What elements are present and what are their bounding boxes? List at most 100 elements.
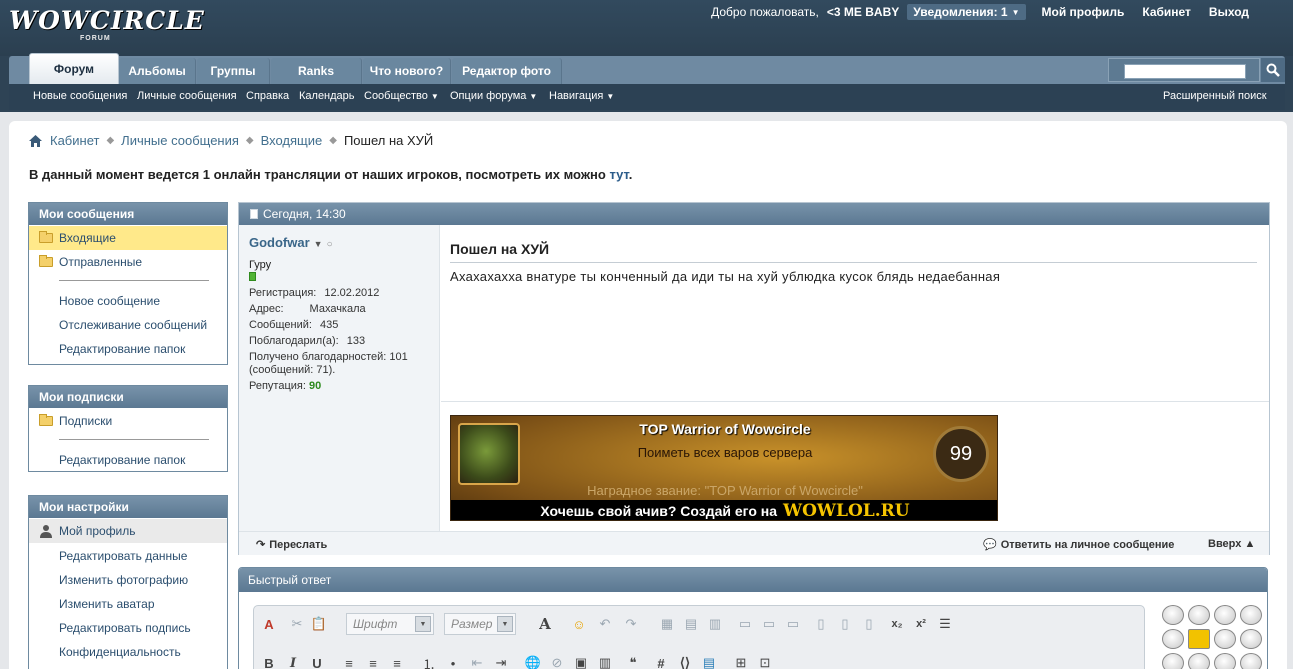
hr-icon[interactable]: ☰ [936,615,954,633]
undo-icon[interactable]: ↶ [596,615,614,633]
superscript-icon[interactable]: x² [912,615,930,633]
sidebar-item-privacy[interactable]: Конфиденциальность [29,640,227,664]
subnav-community[interactable]: Сообщество ▼ [364,90,439,102]
search-button[interactable] [1261,58,1285,82]
unlink-icon[interactable]: ⊘ [548,654,566,669]
html-code-icon[interactable]: ⟨⟩ [676,654,694,669]
smiley-icon[interactable] [1162,653,1184,669]
tab-forum[interactable]: Форум [29,53,119,84]
breadcrumb-cabinet[interactable]: Кабинет [50,133,99,148]
site-logo[interactable]: WOWCIRCLE [9,6,205,35]
subnav-private-messages[interactable]: Личные сообщения [137,90,237,102]
advanced-search-link[interactable]: Расширенный поиск [1163,90,1267,102]
smiley-icon[interactable] [1240,605,1262,625]
ordered-list-icon[interactable]: ⒈ [420,654,438,669]
row-above-icon[interactable]: ▭ [736,615,754,633]
font-color-icon[interactable]: A [536,615,554,633]
expand-icon[interactable]: ⊡ [756,654,774,669]
signature-title: TOP Warrior of Wowcircle [639,421,811,437]
notifications-button[interactable]: Уведомления: 1 ▼ [907,4,1026,20]
row-delete-icon[interactable]: ▭ [784,615,802,633]
username-link[interactable]: <3 ME BABY [827,5,899,19]
warning-face-icon[interactable] [1188,629,1210,649]
php-code-icon[interactable]: ▤ [700,654,718,669]
cabinet-link[interactable]: Кабинет [1142,5,1191,19]
video-icon[interactable]: ▥ [596,654,614,669]
my-profile-link[interactable]: Мой профиль [1042,5,1125,19]
sidebar-item-edit-signature[interactable]: Редактировать подпись [29,616,227,640]
indent-icon[interactable]: ⇥ [492,654,510,669]
spoiler-icon[interactable]: ⊞ [732,654,750,669]
align-right-icon[interactable]: ≡ [388,654,406,669]
subnav-navigation[interactable]: Навигация ▼ [549,90,614,102]
sidebar-item-subscriptions[interactable]: Подписки [29,409,227,433]
breadcrumb-inbox[interactable]: Входящие [261,133,323,148]
table-insert-icon[interactable]: ▤ [682,615,700,633]
sidebar-item-inbox[interactable]: Входящие [29,226,227,250]
font-select[interactable]: Шрифт ▼ [346,613,434,635]
sidebar-item-edit-details[interactable]: Редактировать данные [29,544,227,568]
align-left-icon[interactable]: ≡ [340,654,358,669]
sidebar-item-edit-folders[interactable]: Редактирование папок [29,337,227,361]
sidebar-item-sent[interactable]: Отправленные [29,250,227,274]
tab-groups[interactable]: Группы [197,58,270,84]
tab-photo-editor[interactable]: Редактор фото [452,58,562,84]
sidebar-item-my-profile[interactable]: Мой профиль [29,519,227,543]
smiley-icon[interactable] [1188,605,1210,625]
table-delete-icon[interactable]: ▥ [706,615,724,633]
smiley-icon[interactable] [1162,629,1184,649]
search-input[interactable] [1124,64,1246,79]
smiley-icon[interactable] [1214,653,1236,669]
smiley-icon[interactable] [1188,653,1210,669]
link-icon[interactable]: 🌐 [524,654,542,669]
subnav-calendar[interactable]: Календарь [299,90,355,102]
tab-albums[interactable]: Альбомы [119,58,196,84]
post-author[interactable]: Godofwar ▼ ○ [249,235,333,250]
col-right-icon[interactable]: ▯ [836,615,854,633]
size-select[interactable]: Размер ▼ [444,613,516,635]
row-below-icon[interactable]: ▭ [760,615,778,633]
subnav-help[interactable]: Справка [246,90,289,102]
code-hash-icon[interactable]: # [652,654,670,669]
col-left-icon[interactable]: ▯ [812,615,830,633]
signature-banner[interactable]: TOP Warrior of Wowcircle Поиметь всех ва… [450,415,998,521]
smiley-icon[interactable] [1162,605,1184,625]
sidebar-item-change-avatar[interactable]: Изменить аватар [29,592,227,616]
redo-icon[interactable]: ↷ [622,615,640,633]
outdent-icon[interactable]: ⇤ [468,654,486,669]
notice-link[interactable]: тут [609,167,628,182]
breadcrumb-private-messages[interactable]: Личные сообщения [121,133,239,148]
subscript-icon[interactable]: x₂ [888,615,906,633]
remove-format-icon[interactable]: A [260,615,278,633]
underline-icon[interactable]: U [308,654,326,669]
subnav-new-posts[interactable]: Новые сообщения [33,90,127,102]
col-delete-icon[interactable]: ▯ [860,615,878,633]
cut-icon[interactable]: ✂ [288,615,306,633]
sidebar-item-change-photo[interactable]: Изменить фотографию [29,568,227,592]
subnav-forum-options[interactable]: Опции форума ▼ [450,90,537,102]
smiley-icon[interactable] [1214,629,1236,649]
bold-icon[interactable]: B [260,654,278,669]
reply-private-button[interactable]: 💬 Ответить на личное сообщение [983,538,1174,551]
italic-icon[interactable]: I [284,654,302,669]
align-center-icon[interactable]: ≡ [364,654,382,669]
forward-button[interactable]: ↷ Переслать [256,538,327,551]
tab-whats-new[interactable]: Что нового? [363,58,451,84]
logout-link[interactable]: Выход [1209,5,1249,19]
search-box [1108,58,1260,82]
tab-ranks[interactable]: Ranks [271,58,362,84]
paste-icon[interactable]: 📋 [310,615,328,633]
table-icon[interactable]: ▦ [658,615,676,633]
home-icon[interactable] [29,134,42,147]
smiley-icon[interactable] [1240,653,1262,669]
scroll-top-button[interactable]: Вверх ▲ [1208,538,1255,550]
bullet-list-icon[interactable]: • [444,654,462,669]
quote-icon[interactable]: ❝ [624,654,642,669]
sidebar-item-new-message[interactable]: Новое сообщение [29,289,227,313]
image-icon[interactable]: ▣ [572,654,590,669]
sidebar-item-track-messages[interactable]: Отслеживание сообщений [29,313,227,337]
smiley-icon[interactable] [1214,605,1236,625]
smiley-icon[interactable]: ☺ [570,615,588,633]
smiley-icon[interactable] [1240,629,1262,649]
sidebar-item-edit-subscription-folders[interactable]: Редактирование папок [29,448,227,472]
